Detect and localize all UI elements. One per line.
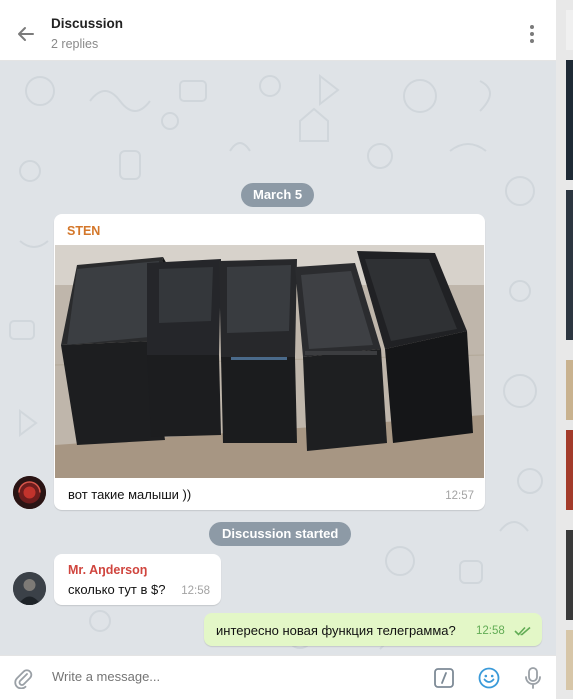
chat-title: Discussion [51, 16, 124, 31]
telegram-window: Discussion 2 replies March 5 STEN вот та… [0, 0, 556, 700]
message-bubble-outgoing[interactable]: интересно новая функция телеграмма? 12:5… [204, 613, 542, 646]
message-time: 12:58 [476, 625, 505, 637]
message-author[interactable]: Mr. Aŋdersoŋ [68, 563, 147, 577]
message-photo[interactable] [55, 245, 484, 478]
background-window-fragment [566, 530, 573, 620]
message-author[interactable]: STEN [67, 224, 100, 238]
chat-header: Discussion 2 replies [0, 6, 556, 61]
background-window-edge [556, 0, 573, 699]
message-composer [0, 655, 556, 700]
double-check-icon [514, 626, 531, 636]
message-time: 12:58 [181, 585, 210, 597]
avatar[interactable] [13, 572, 46, 605]
background-window-fragment [566, 190, 573, 340]
message-bubble-anderson[interactable]: Mr. Aŋdersoŋ сколько тут в $? 12:58 [54, 554, 221, 605]
slash-command-icon[interactable] [434, 668, 454, 688]
background-window-fragment [566, 10, 573, 50]
message-text: интересно новая функция телеграмма? [216, 623, 456, 638]
back-arrow-icon[interactable] [14, 22, 38, 46]
paperclip-icon[interactable] [12, 667, 34, 689]
pc-cases-photo [55, 245, 484, 478]
background-window-fragment [566, 360, 573, 420]
replies-count: 2 replies [51, 37, 99, 51]
background-window-fragment [566, 630, 573, 690]
message-time: 12:57 [445, 490, 474, 502]
user-avatar-image [13, 476, 46, 509]
microphone-icon[interactable] [523, 666, 543, 690]
avatar[interactable] [13, 476, 46, 509]
message-bubble-sten[interactable]: STEN вот такие малыши)) 12:57 [54, 214, 485, 510]
message-text: вот такие малыши )) [68, 487, 192, 502]
message-input[interactable] [52, 669, 412, 684]
message-text: сколько тут в $? [68, 582, 166, 597]
date-separator: March 5 [241, 183, 315, 207]
discussion-started-separator: Discussion started [209, 522, 352, 546]
user-avatar-image [13, 572, 46, 605]
background-window-fragment [566, 60, 573, 180]
message-list[interactable]: March 5 STEN вот такие малыши)) 12:57 D… [0, 61, 556, 655]
more-vertical-icon[interactable] [524, 23, 540, 45]
emoji-icon[interactable] [478, 667, 500, 689]
background-window-fragment [566, 430, 573, 510]
